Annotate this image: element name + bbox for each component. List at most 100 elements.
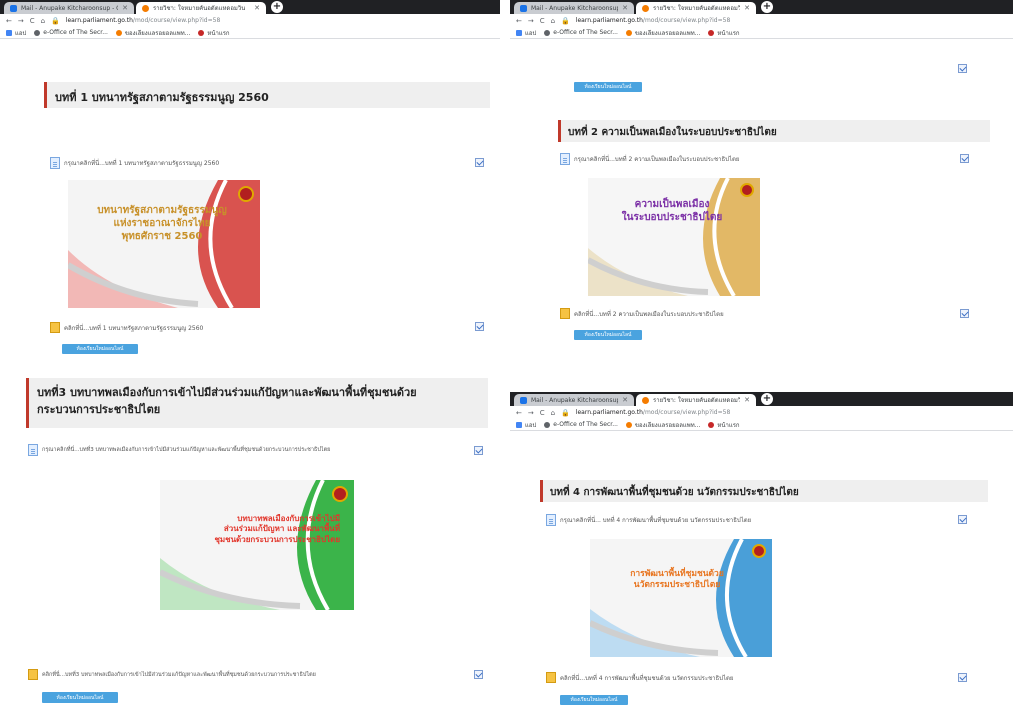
- checkbox-icon[interactable]: [475, 158, 484, 167]
- bookmark-office[interactable]: e-Office of The Secr...: [34, 29, 108, 36]
- doc-icon: [50, 157, 60, 169]
- tab-strip: Mail - Anupake Kitcharoonsup - Outlook ✕…: [0, 0, 500, 14]
- section-2-slide-image[interactable]: ความเป็นพลเมือง ในระบอบประชาธิปไตย: [588, 178, 760, 296]
- screenshot-bottom-left: บทที่3 บทบาทพลเมืองกับการเข้าไปมีส่วนร่ว…: [0, 372, 500, 709]
- close-tab-icon[interactable]: ✕: [622, 396, 628, 404]
- home-icon[interactable]: ⌂: [41, 17, 45, 25]
- section-4-file-link[interactable]: คลิกที่นี่...บทที่ 4 การพัฒนาพื้นที่ชุมช…: [546, 672, 733, 683]
- section-1-online-button[interactable]: ห้องเรียนใหม่ออนไลน์: [62, 344, 138, 354]
- bookmark-3[interactable]: หน้าแรก: [708, 420, 740, 430]
- back-arrow-icon[interactable]: ←: [6, 17, 12, 25]
- checkbox-icon[interactable]: [960, 309, 969, 318]
- back-arrow-icon[interactable]: ←: [516, 409, 522, 417]
- tab-mail[interactable]: Mail - Anupake Kitcharoonsup - Outlook ✕: [514, 2, 634, 14]
- address-bar: ← → C ⌂ 🔒 learn.parliament.go.th/mod/cou…: [0, 14, 500, 27]
- section-2-heading: บทที่ 2 ความเป็นพลเมืองในระบอบประชาธิปไต…: [558, 120, 990, 142]
- bookmarks-bar: แอป e-Office of The Secr... ของเลียงแลรอ…: [0, 27, 500, 39]
- site-icon: [142, 4, 149, 12]
- url-field[interactable]: learn.parliament.go.th/mod/course/view.p…: [576, 409, 730, 416]
- section-1-slide-image[interactable]: บทนาทรัฐสภาตามรัฐธรรมนูญ แห่งราชอาณาจักร…: [68, 180, 260, 308]
- section-1-file-link[interactable]: คลิกที่นี่...บทที่ 1 บทนาทรัฐสภาตามรัฐธร…: [50, 322, 203, 333]
- home-icon[interactable]: ⌂: [551, 17, 555, 25]
- checkbox-icon[interactable]: [474, 446, 483, 455]
- lock-icon: 🔒: [561, 408, 570, 417]
- section-3-file-link[interactable]: คลิกที่นี่...บทที่3 บทบาทพลเมืองกับการเข…: [28, 669, 316, 680]
- close-tab-icon[interactable]: ✕: [744, 4, 750, 12]
- url-field[interactable]: learn.parliament.go.th/mod/course/view.p…: [576, 17, 730, 24]
- bookmark-2[interactable]: ของเลียงแลรอยอลแพท...: [115, 28, 190, 38]
- new-tab-icon[interactable]: +: [761, 1, 773, 13]
- bookmark-3[interactable]: หน้าแรก: [198, 28, 230, 38]
- checkbox-icon[interactable]: [960, 154, 969, 163]
- section-4-online-button[interactable]: ห้องเรียนใหม่ออนไลน์: [560, 695, 628, 705]
- checkbox-icon[interactable]: [474, 670, 483, 679]
- bookmark-apps[interactable]: แอป: [516, 420, 536, 430]
- package-icon: [560, 308, 570, 319]
- section-2-online-button[interactable]: ห้องเรียนใหม่ออนไลน์: [574, 330, 642, 340]
- bookmark-3[interactable]: หน้าแรก: [708, 28, 740, 38]
- close-tab-icon[interactable]: ✕: [122, 4, 128, 12]
- screenshot-top-right: Mail - Anupake Kitcharoonsup - Outlook ✕…: [510, 0, 1013, 352]
- parliament-emblem-icon: [238, 186, 254, 202]
- new-tab-icon[interactable]: +: [271, 1, 283, 13]
- new-tab-icon[interactable]: +: [761, 393, 773, 405]
- tab-strip: Mail - Anupake Kitcharoonsup - Outlook ✕…: [510, 392, 1013, 406]
- tab-mail[interactable]: Mail - Anupake Kitcharoonsup - Outlook ✕: [4, 2, 134, 14]
- forward-arrow-icon[interactable]: →: [528, 409, 534, 417]
- bookmark-office[interactable]: e-Office of The Secr...: [544, 421, 618, 428]
- tab-course[interactable]: รายวิชา: ใจหมายคันอดัตแหดอมวิน ✕: [636, 394, 756, 406]
- parliament-emblem-icon: [332, 486, 348, 502]
- site-icon: [642, 396, 649, 404]
- bookmark-apps[interactable]: แอป: [6, 28, 26, 38]
- section-1-intro-link[interactable]: กรุณาคลิกที่นี่...บทที่ 1 บทนาทรัฐสภาตาม…: [50, 157, 219, 169]
- section-2-file-link[interactable]: คลิกที่นี่...บทที่ 2 ความเป็นพลเมืองในระ…: [560, 308, 724, 319]
- forward-arrow-icon[interactable]: →: [18, 17, 24, 25]
- previous-online-button[interactable]: ห้องเรียนใหม่ออนไลน์: [574, 82, 642, 92]
- close-tab-icon[interactable]: ✕: [254, 4, 260, 12]
- bookmarks-bar: แอป e-Office of The Secr... ของเลียงแลรอ…: [510, 27, 1013, 39]
- bookmark-2[interactable]: ของเลียงแลรอยอลแพท...: [625, 420, 700, 430]
- close-tab-icon[interactable]: ✕: [622, 4, 628, 12]
- section-2-intro-link[interactable]: กรุณาคลิกที่นี่...บทที่ 2 ความเป็นพลเมือ…: [560, 153, 739, 165]
- checkbox-icon[interactable]: [958, 673, 967, 682]
- slide-3-title: บทบาทพลเมืองกับการเข้าไปมี ส่วนร่วมแก้ปั…: [214, 514, 340, 544]
- section-4-intro-link[interactable]: กรุณาคลิกที่นี่... บทที่ 4 การพัฒนาพื้นท…: [546, 514, 751, 526]
- checkbox-icon[interactable]: [475, 322, 484, 331]
- tab-mail-title: Mail - Anupake Kitcharoonsup - Outlook: [21, 4, 118, 12]
- checkbox-icon[interactable]: [958, 515, 967, 524]
- browser-chrome: Mail - Anupake Kitcharoonsup - Outlook ✕…: [510, 392, 1013, 431]
- doc-icon: [546, 514, 556, 526]
- tab-strip: Mail - Anupake Kitcharoonsup - Outlook ✕…: [510, 0, 1013, 14]
- bookmark-apps[interactable]: แอป: [516, 28, 536, 38]
- browser-chrome: Mail - Anupake Kitcharoonsup - Outlook ✕…: [0, 0, 500, 39]
- browser-chrome: Mail - Anupake Kitcharoonsup - Outlook ✕…: [510, 0, 1013, 39]
- tab-mail[interactable]: Mail - Anupake Kitcharoonsup - Outlook ✕: [514, 394, 634, 406]
- package-icon: [50, 322, 60, 333]
- section-4-slide-image[interactable]: การพัฒนาพื้นที่ชุมชนด้วย นวัตกรรมประชาธิ…: [590, 539, 772, 657]
- section-3-slide-image[interactable]: บทบาทพลเมืองกับการเข้าไปมี ส่วนร่วมแก้ปั…: [160, 480, 354, 610]
- outlook-icon: [520, 396, 527, 404]
- tab-course[interactable]: รายวิชา: ใจหมายคันอดัตแหดอมวิน ✕: [636, 2, 756, 14]
- back-arrow-icon[interactable]: ←: [516, 17, 522, 25]
- bookmark-office[interactable]: e-Office of The Secr...: [544, 29, 618, 36]
- section-3-heading: บทที่3 บทบาทพลเมืองกับการเข้าไปมีส่วนร่ว…: [26, 378, 488, 428]
- screenshot-top-left: Mail - Anupake Kitcharoonsup - Outlook ✕…: [0, 0, 500, 368]
- url-field[interactable]: learn.parliament.go.th/mod/course/view.p…: [66, 17, 220, 24]
- slide-2-title: ความเป็นพลเมือง ในระบอบประชาธิปไตย: [621, 199, 723, 223]
- section-1-heading: บทที่ 1 บทนาทรัฐสภาตามรัฐธรรมนูญ 2560: [44, 82, 490, 108]
- close-tab-icon[interactable]: ✕: [744, 396, 750, 404]
- slide-4-title: การพัฒนาพื้นที่ชุมชนด้วย นวัตกรรมประชาธิ…: [630, 569, 724, 591]
- reload-icon[interactable]: C: [540, 17, 545, 25]
- section-3-intro-link[interactable]: กรุณาคลิกที่นี่...บทที่3 บทบาทพลเมืองกับ…: [28, 444, 330, 456]
- doc-icon: [560, 153, 570, 165]
- reload-icon[interactable]: C: [30, 17, 35, 25]
- section-3-online-button[interactable]: ห้องเรียนใหม่ออนไลน์: [42, 692, 118, 703]
- site-icon: [642, 4, 649, 12]
- home-icon[interactable]: ⌂: [551, 409, 555, 417]
- tab-course[interactable]: รายวิชา: ใจหมายคันอดัตแหดอมวิน ✕: [136, 2, 266, 14]
- forward-arrow-icon[interactable]: →: [528, 17, 534, 25]
- reload-icon[interactable]: C: [540, 409, 545, 417]
- bookmark-2[interactable]: ของเลียงแลรอยอลแพท...: [625, 28, 700, 38]
- checkbox-icon[interactable]: [958, 64, 967, 73]
- doc-icon: [28, 444, 38, 456]
